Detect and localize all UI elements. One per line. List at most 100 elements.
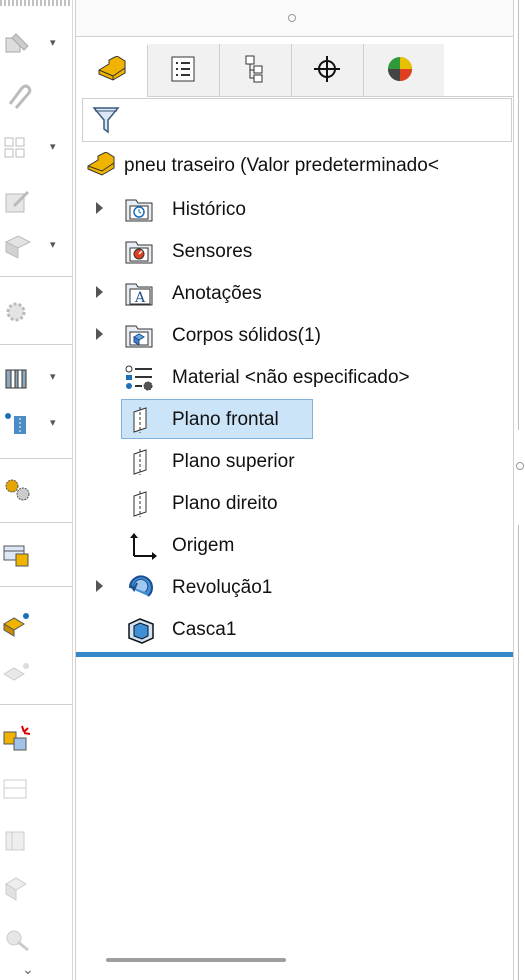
tree-item-label: Revolução1 xyxy=(172,577,273,598)
history-folder-icon xyxy=(125,199,153,222)
toolbar-grip[interactable] xyxy=(0,0,72,6)
svg-text:A: A xyxy=(134,290,146,306)
column-icon xyxy=(5,369,27,389)
explode-button[interactable] xyxy=(0,718,72,758)
toolbar-separator xyxy=(0,344,72,345)
toolbar-separator xyxy=(0,276,72,277)
toolbar-separator xyxy=(0,458,72,459)
assembly-icon xyxy=(5,831,25,851)
tree-item-label: Plano direito xyxy=(172,493,278,514)
rollback-bar[interactable] xyxy=(76,652,514,657)
panel-edge-splitter[interactable] xyxy=(513,0,525,980)
manager-tabs: ◂ ▸ xyxy=(76,44,514,132)
tab-configurationmanager[interactable] xyxy=(220,44,292,96)
assembly-2-button[interactable] xyxy=(0,868,72,908)
featuremanager-panel: ◂ ▸ pneu traseiro (Valor predeterminado<… xyxy=(75,0,514,980)
tab-featuremanager[interactable] xyxy=(76,44,148,97)
shell-icon xyxy=(128,618,154,644)
chevron-down-icon[interactable]: ▾ xyxy=(50,416,56,429)
tree-item-label: Anotações xyxy=(172,283,262,304)
expand-arrow-icon[interactable] xyxy=(96,580,103,592)
plane-icon xyxy=(5,413,26,436)
part-icon xyxy=(87,152,115,176)
sensor-folder-icon xyxy=(125,241,153,264)
tree-item-label: Origem xyxy=(172,535,235,556)
tree-item-material[interactable]: Material <não especificado> xyxy=(76,358,514,398)
sketch-button[interactable]: ▾ xyxy=(0,24,72,64)
panel-splitter[interactable] xyxy=(76,0,514,37)
tab-display[interactable] xyxy=(364,44,444,96)
grid-button[interactable]: ▾ xyxy=(0,128,72,168)
tree-item-label: Plano frontal xyxy=(172,409,279,430)
tree-item-casca1[interactable]: Casca1 xyxy=(76,610,514,650)
chevron-down-icon[interactable]: ▾ xyxy=(50,140,56,153)
tree-item-label: Histórico xyxy=(172,199,246,220)
more-tools-icon[interactable]: ⌄ xyxy=(22,961,34,978)
splitter-handle-icon[interactable] xyxy=(516,462,524,470)
wrench-button[interactable] xyxy=(0,918,72,958)
tree-item-plano-frontal[interactable]: Plano frontal xyxy=(76,399,514,440)
attach-button[interactable] xyxy=(0,76,72,116)
chevron-down-icon[interactable]: ▾ xyxy=(50,238,56,251)
tree-item-label: Casca1 xyxy=(172,619,237,640)
layout-icon xyxy=(3,779,27,799)
gears-icon xyxy=(5,479,30,501)
toolbar-separator xyxy=(0,522,72,523)
tab-dimxpert[interactable] xyxy=(292,44,364,96)
assembly-button[interactable] xyxy=(0,820,72,860)
assembly-2-icon xyxy=(5,877,27,901)
column-button[interactable]: ▾ xyxy=(0,358,72,398)
expand-arrow-icon[interactable] xyxy=(96,202,103,214)
plane-icon xyxy=(133,407,147,433)
origin-icon xyxy=(130,533,157,560)
paperclip-icon xyxy=(8,84,32,109)
edge-line xyxy=(518,525,519,980)
wrench-icon xyxy=(6,930,29,952)
configuration-icon xyxy=(245,55,263,83)
expand-arrow-icon[interactable] xyxy=(96,286,103,298)
expand-arrow-icon[interactable] xyxy=(96,328,103,340)
tree-item-label: Sensores xyxy=(172,241,253,262)
edit-button[interactable] xyxy=(0,182,72,222)
part-faded-icon xyxy=(3,663,29,681)
tree-item-plano-superior[interactable]: Plano superior xyxy=(76,442,514,482)
tree-item-plano-direito[interactable]: Plano direito xyxy=(76,484,514,524)
layout-button[interactable] xyxy=(0,768,72,808)
tree-item-anotacoes[interactable]: A Anotações xyxy=(76,274,514,314)
table-icon xyxy=(3,545,29,567)
chevron-down-icon[interactable]: ▾ xyxy=(50,370,56,383)
command-toolbar: ▾ ▾ ▾ ▾ ▾ ⌄ xyxy=(0,0,73,980)
table-button[interactable] xyxy=(0,536,72,576)
tree-item-origem[interactable]: Origem xyxy=(76,526,514,566)
grid-icon xyxy=(4,137,25,158)
explode-icon xyxy=(3,725,31,751)
filter-icon[interactable] xyxy=(91,105,121,135)
crosshair-icon xyxy=(314,56,340,82)
edge-line xyxy=(518,0,519,430)
horizontal-scrollbar[interactable] xyxy=(106,958,286,962)
revolve-icon xyxy=(128,575,153,597)
edit-icon xyxy=(5,190,30,213)
chevron-down-icon[interactable]: ▾ xyxy=(50,36,56,49)
tree-item-sensores[interactable]: Sensores xyxy=(76,232,514,272)
gear-button[interactable] xyxy=(0,292,72,332)
reference-plane-button[interactable]: ▾ xyxy=(0,404,72,444)
filter-bar[interactable] xyxy=(82,98,512,142)
tree-item-historico[interactable]: Histórico xyxy=(76,190,514,230)
toolbar-separator xyxy=(0,704,72,705)
gears-button[interactable] xyxy=(0,470,72,510)
tree-item-corpos-solidos[interactable]: Corpos sólidos(1) xyxy=(76,316,514,356)
tree-item-label: Corpos sólidos(1) xyxy=(172,325,321,346)
feature-icon xyxy=(4,235,32,259)
splitter-handle-icon[interactable] xyxy=(288,14,296,22)
toolbar-separator xyxy=(0,586,72,587)
plane-icon xyxy=(133,491,147,517)
tree-item-revolucao1[interactable]: Revolução1 xyxy=(76,568,514,608)
part-faded-button[interactable] xyxy=(0,654,72,694)
tab-propertymanager[interactable] xyxy=(148,44,220,96)
sketch-icon xyxy=(5,33,29,53)
tree-root-part[interactable]: pneu traseiro (Valor predeterminado< xyxy=(76,146,514,186)
gear-icon xyxy=(6,302,26,322)
part-button[interactable] xyxy=(0,604,72,644)
feature-button[interactable]: ▾ xyxy=(0,226,72,266)
